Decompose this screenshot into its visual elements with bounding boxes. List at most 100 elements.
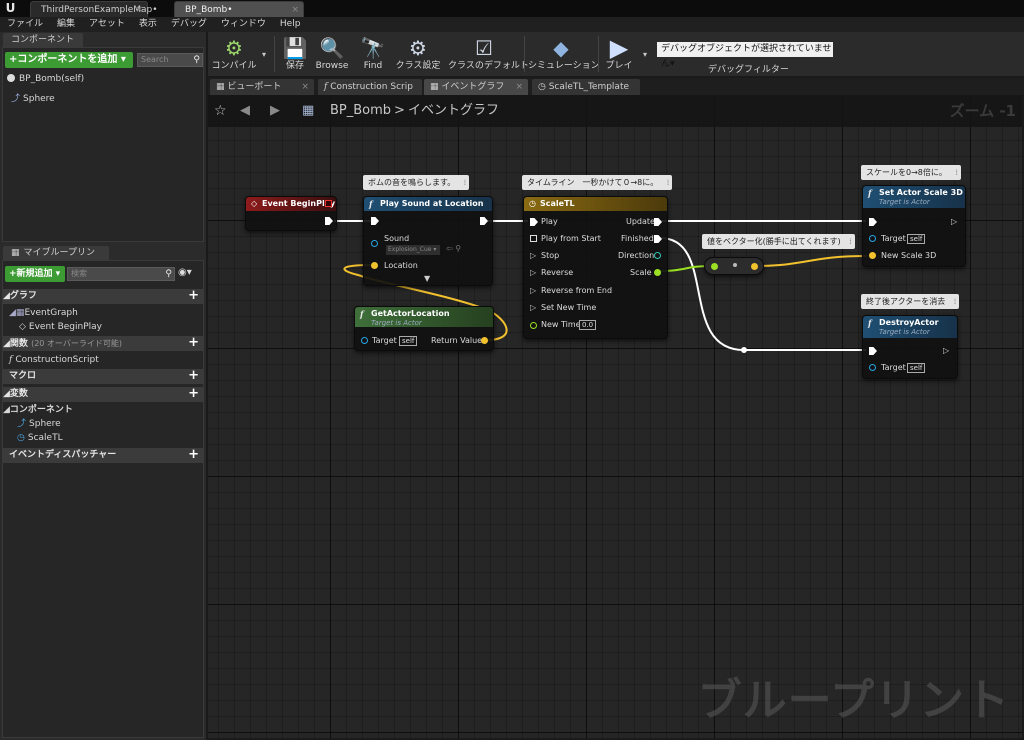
node-get-actor-location[interactable]: f GetActorLocation Target is Actor Target…	[354, 306, 494, 351]
category-macros[interactable]: マクロ +	[3, 369, 204, 384]
tab-viewport[interactable]: ▦ ビューポート ×	[210, 79, 314, 95]
close-icon[interactable]: ×	[291, 2, 299, 18]
class-settings-button[interactable]: ⚙ クラス設定	[394, 34, 442, 74]
close-icon[interactable]: ×	[301, 79, 309, 95]
browse-button[interactable]: 🔍 Browse	[314, 34, 350, 74]
exec-out-update-pin[interactable]	[654, 218, 662, 226]
asset-browse-arrow-icon[interactable]: ⇦ ⚲	[446, 244, 461, 253]
direction-output-pin[interactable]	[654, 252, 661, 259]
exec-out-pin[interactable]	[325, 217, 333, 225]
category-graph[interactable]: ◢グラフ +	[3, 289, 204, 304]
class-defaults-button[interactable]: ☑ クラスのデフォルト	[448, 34, 529, 74]
tree-item-constructionscript[interactable]: f ConstructionScript	[9, 354, 99, 366]
close-icon[interactable]: ×	[135, 2, 143, 18]
float-input-pin[interactable]	[711, 263, 718, 270]
component-item-self[interactable]: BP_Bomb(self)	[7, 73, 84, 85]
node-play-sound-at-location[interactable]: f Play Sound at Location Sound Explosion_…	[363, 196, 493, 286]
node-destroy-actor[interactable]: f DestroyActor Target is Actor ▷ Target s…	[862, 315, 958, 379]
category-variables[interactable]: ◢変数 +	[3, 387, 204, 402]
scale-output-pin[interactable]	[654, 269, 661, 276]
tab-my-blueprint[interactable]: ▦マイブループリント	[3, 246, 109, 272]
exec-out-pin[interactable]	[480, 217, 488, 225]
menu-view[interactable]: 表示	[132, 17, 164, 32]
exec-in-reverse-from-end-pin[interactable]: ▷	[530, 286, 536, 296]
new-time-value-field[interactable]: 0.0	[579, 320, 597, 330]
exec-in-reverse-pin[interactable]: ▷	[530, 268, 536, 278]
target-input-pin[interactable]	[869, 364, 876, 371]
tree-item-label: EventGraph	[24, 308, 78, 318]
exec-in-play-pin[interactable]	[530, 218, 538, 226]
play-button[interactable]: ▶ プレイ	[602, 34, 636, 74]
compile-button[interactable]: ⚙ コンパイル	[210, 34, 258, 74]
node-header: f Play Sound at Location	[364, 197, 492, 211]
tree-item-eventgraph[interactable]: ◢▦EventGraph	[9, 307, 78, 319]
location-input-pin[interactable]	[371, 262, 378, 269]
exec-out-pin[interactable]: ▷	[943, 346, 949, 356]
new-scale-input-pin[interactable]	[869, 252, 876, 259]
tab-components[interactable]: コンポーネント	[3, 33, 83, 47]
menu-help[interactable]: Help	[273, 17, 308, 32]
new-time-input-pin[interactable]	[530, 322, 537, 329]
menu-asset[interactable]: アセット	[82, 17, 132, 32]
save-button[interactable]: 💾 保存	[278, 34, 312, 74]
tree-item-event-beginplay[interactable]: ◇ Event BeginPlay	[19, 321, 102, 333]
comment-timeline[interactable]: タイムライン 一秒かけて０→8に。	[522, 175, 673, 190]
category-dispatchers[interactable]: イベントディスパッチャー +	[3, 448, 204, 463]
compile-options-chevron-icon[interactable]: ▾	[262, 50, 266, 59]
target-input-pin[interactable]	[869, 235, 876, 242]
exec-in-playfromstart-pin[interactable]	[530, 235, 537, 242]
add-icon[interactable]: +	[188, 448, 199, 462]
exec-in-set-new-time-pin[interactable]: ▷	[530, 303, 536, 313]
target-input-pin[interactable]	[361, 337, 368, 344]
exec-in-stop-pin[interactable]: ▷	[530, 251, 536, 261]
add-icon[interactable]: +	[188, 336, 199, 350]
event-graph-canvas[interactable]: ☆ ◀ ▶ ▦ BP_Bomb > イベントグラフ ズーム -1 ボムの音を鳴ら…	[208, 95, 1022, 738]
doc-tab-map[interactable]: ThirdPersonExampleMap• ×	[30, 1, 158, 18]
comment-destroy[interactable]: 終了後アクターを消去	[861, 294, 960, 309]
tab-event-graph[interactable]: ▦ イベントグラフ ×	[424, 79, 528, 95]
add-icon[interactable]: +	[188, 289, 199, 303]
close-icon[interactable]: ×	[515, 79, 523, 95]
node-scale-timeline[interactable]: ◷ ScaleTL Play Play from Start ▷ Stop ▷ R…	[523, 196, 668, 339]
menu-edit[interactable]: 編集	[50, 17, 82, 32]
myblueprint-search-input[interactable]: 検索 ⚲	[67, 267, 175, 281]
components-search-input[interactable]: Search ⚲	[137, 53, 203, 67]
delegate-pin-icon[interactable]	[325, 200, 332, 207]
simulation-button[interactable]: ◆ シミュレーション	[528, 34, 600, 74]
menu-window[interactable]: ウィンドウ	[214, 17, 273, 32]
menu-file[interactable]: ファイル	[0, 17, 50, 32]
doc-tab-bp-bomb[interactable]: BP_Bomb• ×	[174, 1, 304, 17]
category-functions[interactable]: ◢関数 (20 オーバーライド可能) +	[3, 336, 204, 351]
exec-out-pin[interactable]: ▷	[951, 217, 957, 227]
exec-in-pin[interactable]	[869, 347, 877, 355]
add-icon[interactable]: +	[188, 369, 199, 383]
tab-construction-script[interactable]: f Construction Scrip	[318, 79, 422, 95]
sound-input-pin[interactable]	[371, 240, 378, 247]
component-item-sphere[interactable]: ⤴ Sphere	[11, 93, 55, 105]
variable-item-sphere[interactable]: ⤴ Sphere	[17, 418, 61, 430]
advanced-expand-icon[interactable]: ▼	[424, 274, 430, 283]
node-set-actor-scale-3d[interactable]: f Set Actor Scale 3D Target is Actor ▷ Ta…	[862, 185, 966, 267]
comment-play-sound[interactable]: ボムの音を鳴らします。	[363, 175, 470, 190]
menu-debug[interactable]: デバッグ	[164, 17, 214, 32]
exec-in-pin[interactable]	[371, 217, 379, 225]
sound-asset-dropdown[interactable]: Explosion_Cue ▾	[386, 245, 440, 255]
return-value-pin[interactable]	[481, 337, 488, 344]
node-event-beginplay[interactable]: ◇ Event BeginPlay	[245, 196, 337, 231]
add-icon[interactable]: +	[188, 387, 199, 401]
comment-scale[interactable]: スケールを0→8倍に。	[861, 165, 961, 180]
exec-out-finished-pin[interactable]	[654, 235, 662, 243]
tab-scaletl-template[interactable]: ◷ ScaleTL_Template	[532, 79, 640, 95]
subcategory-components[interactable]: ◢コンポーネント	[3, 404, 73, 416]
exec-in-pin[interactable]	[869, 218, 877, 226]
comment-vector[interactable]: 値をベクター化(勝手に出てくれます)	[702, 234, 855, 249]
vector-output-pin[interactable]	[751, 263, 758, 270]
node-float-to-vector[interactable]	[704, 257, 764, 275]
debug-object-dropdown[interactable]: デバッグオブジェクトが選択されていません▾	[657, 42, 833, 69]
play-options-chevron-icon[interactable]: ▾	[643, 50, 647, 59]
new-add-button[interactable]: +新規追加 ▾	[5, 266, 65, 282]
add-component-button[interactable]: +コンポーネントを追加 ▾	[5, 52, 133, 68]
variable-item-scaletl[interactable]: ◷ ScaleTL	[17, 432, 63, 444]
eye-visibility-icon[interactable]: ◉▾	[178, 267, 192, 278]
find-button[interactable]: 🔭 Find	[356, 34, 390, 74]
